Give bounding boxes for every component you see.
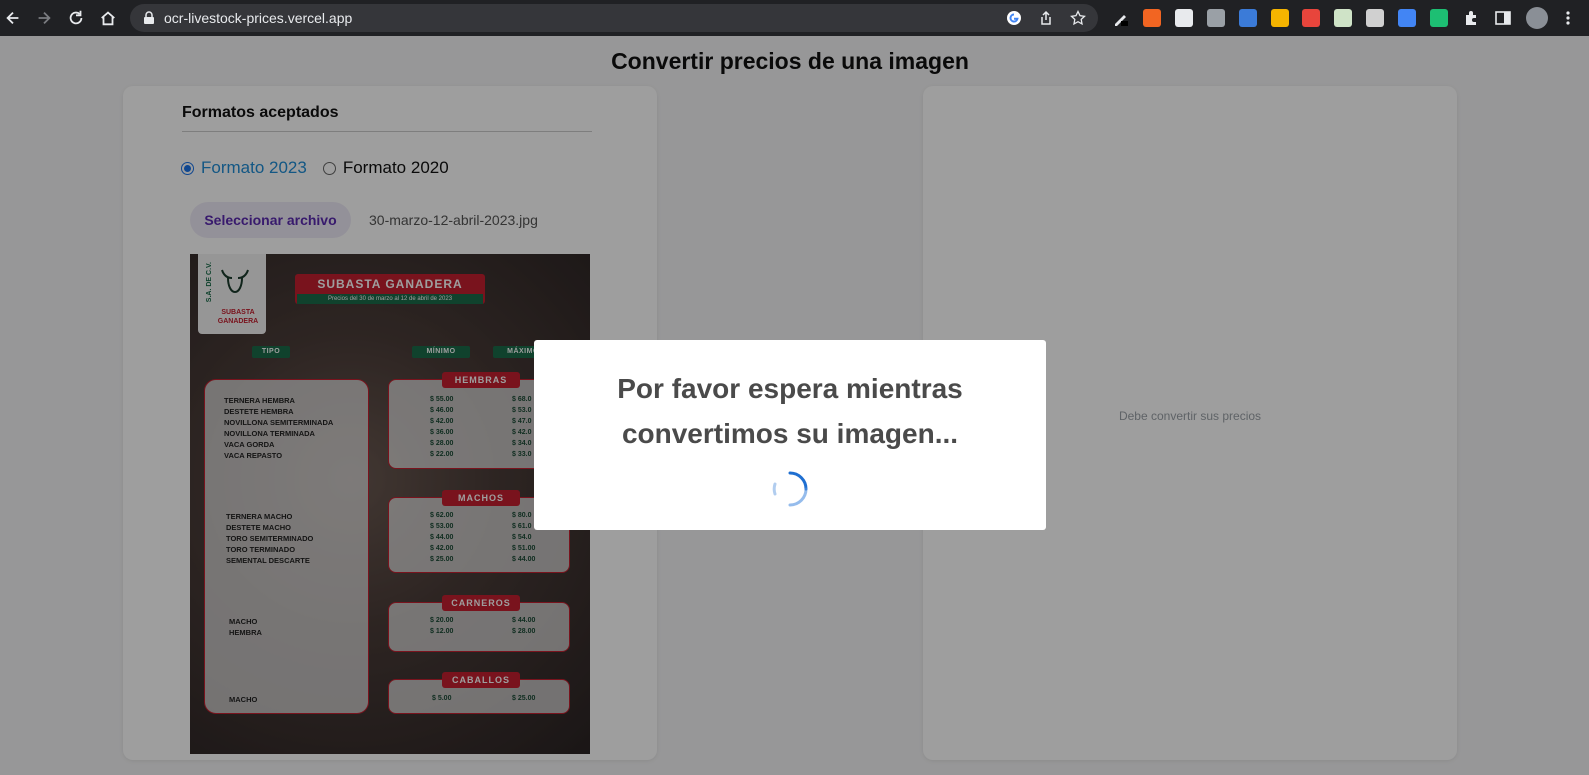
bookmark-extension-icon[interactable] bbox=[1239, 9, 1257, 27]
google-icon[interactable] bbox=[1006, 10, 1022, 26]
qr-extension-icon[interactable] bbox=[1334, 9, 1352, 27]
lock-icon bbox=[144, 11, 154, 24]
print-extension-icon[interactable] bbox=[1366, 9, 1384, 27]
folder-extension-icon[interactable] bbox=[1271, 9, 1289, 27]
translate-extension-icon[interactable] bbox=[1398, 9, 1416, 27]
red-extension-icon[interactable] bbox=[1302, 9, 1320, 27]
reload-icon[interactable] bbox=[65, 7, 87, 29]
forward-icon[interactable] bbox=[33, 7, 55, 29]
loading-message: Por favor espera mientras convertimos su… bbox=[617, 373, 963, 449]
share-icon[interactable] bbox=[1038, 10, 1054, 26]
address-bar[interactable]: ocr-livestock-prices.vercel.app bbox=[130, 4, 1098, 32]
loading-modal: Por favor espera mientras convertimos su… bbox=[534, 340, 1046, 530]
pen-extension-icon[interactable] bbox=[1112, 9, 1130, 27]
rss-extension-icon[interactable] bbox=[1143, 9, 1161, 27]
browser-toolbar: ocr-livestock-prices.vercel.app bbox=[0, 0, 1589, 36]
bird-extension-icon[interactable] bbox=[1430, 9, 1448, 27]
bookmark-star-icon[interactable] bbox=[1070, 10, 1086, 26]
side-panel-icon[interactable] bbox=[1494, 9, 1512, 27]
document-extension-icon[interactable] bbox=[1175, 9, 1193, 27]
back-icon[interactable] bbox=[2, 7, 24, 29]
kebab-menu-icon[interactable] bbox=[1559, 9, 1577, 27]
puzzle-extensions-icon[interactable] bbox=[1462, 9, 1480, 27]
spinner-icon bbox=[772, 471, 808, 507]
profile-avatar[interactable] bbox=[1526, 7, 1548, 29]
code-extension-icon[interactable] bbox=[1207, 9, 1225, 27]
home-icon[interactable] bbox=[97, 7, 119, 29]
url-text: ocr-livestock-prices.vercel.app bbox=[164, 10, 353, 26]
